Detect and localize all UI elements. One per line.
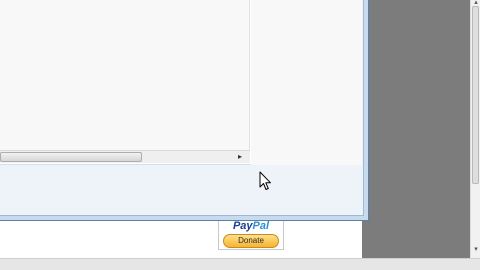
- donate-label[interactable]: Donate: [223, 234, 279, 248]
- paypal-donate-button[interactable]: PayPal Donate: [218, 218, 284, 250]
- paypal-logo-pay: Pay: [232, 220, 253, 232]
- file-list-pane[interactable]: [0, 0, 250, 150]
- mouse-pointer-icon: [259, 171, 271, 190]
- paypal-logo-pal: Pal: [252, 220, 270, 232]
- scroll-right-arrow-icon[interactable]: ▸: [234, 151, 246, 163]
- vertical-scroll-thumb[interactable]: [472, 6, 479, 184]
- dialog-body: ▸: [0, 0, 364, 216]
- horizontal-scrollbar[interactable]: ▸: [0, 150, 250, 163]
- dialog-content-area: ▸: [0, 0, 362, 165]
- page-vertical-scrollbar[interactable]: ▴ ▾: [470, 0, 480, 258]
- browser-status-bar: [0, 258, 480, 270]
- paypal-logo: PayPal: [219, 220, 283, 232]
- dialog-window: ▸: [0, 0, 369, 221]
- horizontal-scroll-thumb[interactable]: [0, 152, 142, 162]
- details-pane: [251, 0, 362, 165]
- page-gray-margin: [362, 0, 470, 258]
- scroll-down-arrow-icon[interactable]: ▾: [472, 246, 480, 254]
